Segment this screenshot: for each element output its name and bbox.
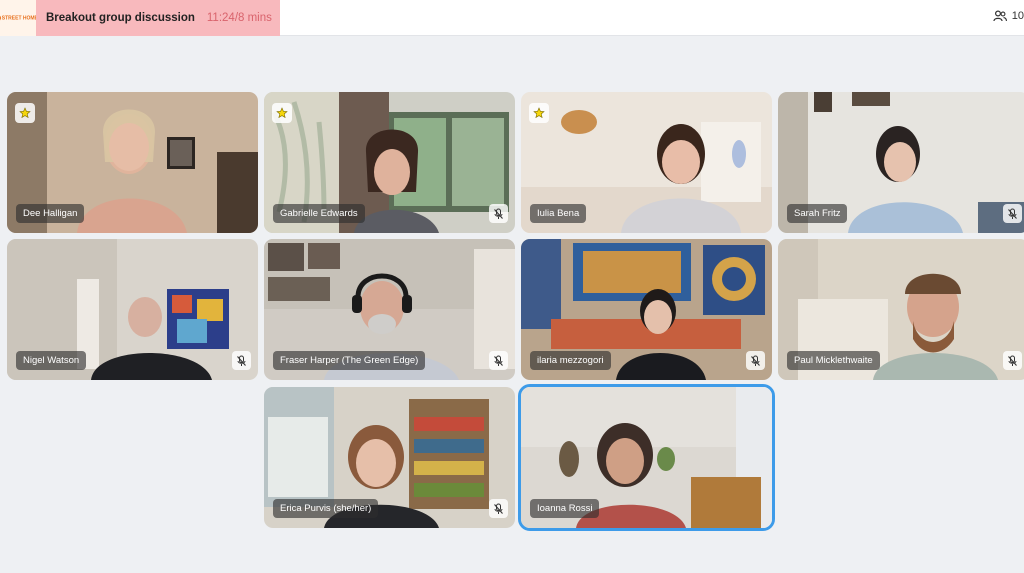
participant-name: Sarah Fritz (787, 204, 848, 223)
star-icon[interactable] (15, 103, 35, 123)
participant-name: Fraser Harper (The Green Edge) (273, 351, 426, 370)
video-tile[interactable]: Nigel Watson (7, 239, 258, 380)
mic-muted-icon (232, 351, 251, 370)
video-tile[interactable]: ilaria mezzogori (521, 239, 772, 380)
app-logo: STREET HOMES (0, 0, 41, 36)
participant-name: Ioanna Rossi (530, 499, 600, 518)
participant-name: Erica Purvis (she/her) (273, 499, 379, 518)
star-icon[interactable] (272, 103, 292, 123)
mic-muted-icon (489, 499, 508, 518)
participant-count: 10 (1011, 10, 1024, 22)
star-icon[interactable] (529, 103, 549, 123)
session-title: Breakout group discussion (46, 12, 195, 24)
participant-name: Paul Micklethwaite (787, 351, 880, 370)
mic-muted-icon (1003, 351, 1022, 370)
mic-muted-icon (1003, 204, 1022, 223)
video-tile[interactable]: Sarah Fritz (778, 92, 1024, 233)
participant-name: Dee Halligan (16, 204, 85, 223)
participant-name: Iulia Bena (530, 204, 587, 223)
video-tile[interactable]: Erica Purvis (she/her) (264, 387, 515, 528)
participants-button[interactable]: 10 (993, 10, 1024, 22)
video-tile[interactable]: Fraser Harper (The Green Edge) (264, 239, 515, 380)
session-timer: 11:24/8 mins (206, 12, 272, 24)
video-tile[interactable]: Gabrielle Edwards (264, 92, 515, 233)
mic-muted-icon (489, 204, 508, 223)
mic-muted-icon (489, 351, 508, 370)
session-banner: Breakout group discussion 11:24/8 mins (36, 0, 280, 36)
video-tile[interactable]: Iulia Bena (521, 92, 772, 233)
mic-muted-icon (746, 351, 765, 370)
participant-name: Nigel Watson (16, 351, 87, 370)
video-tile[interactable]: Dee Halligan (7, 92, 258, 233)
video-tile[interactable]: Paul Micklethwaite (778, 239, 1024, 380)
people-icon (993, 10, 1007, 22)
participant-name: ilaria mezzogori (530, 351, 611, 370)
video-tile-active-speaker[interactable]: Ioanna Rossi (518, 384, 775, 531)
participant-name: Gabrielle Edwards (273, 204, 365, 223)
top-bar: STREET HOMES Breakout group discussion 1… (0, 0, 1024, 36)
